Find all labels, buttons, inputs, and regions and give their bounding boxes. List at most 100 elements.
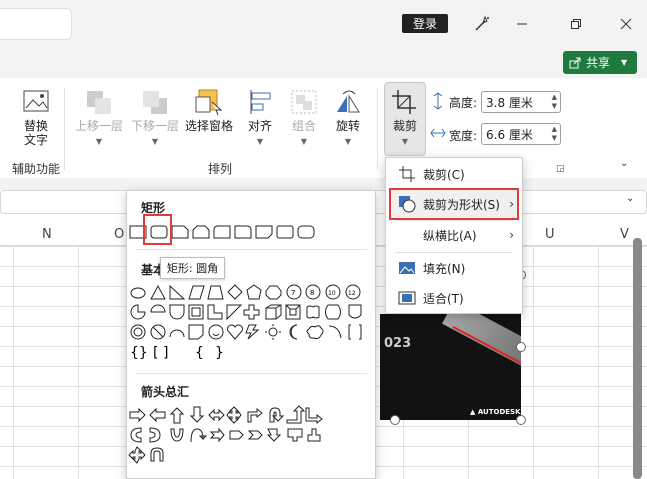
- ribbon-footer: [0, 178, 647, 190]
- crop-label: 裁剪: [392, 119, 417, 133]
- chevron-down-icon: ▼: [344, 137, 352, 146]
- svg-text:12: 12: [348, 290, 356, 297]
- crop-button-content[interactable]: 裁剪 ▼: [384, 88, 426, 149]
- restore-icon[interactable]: [564, 12, 588, 36]
- menu-item-fill[interactable]: 填充(N): [386, 254, 522, 282]
- selection-pane-button[interactable]: 选择窗格: [183, 88, 235, 133]
- width-input[interactable]: 6.6 厘米 ▲ ▼: [481, 123, 561, 145]
- share-icon: [569, 57, 581, 68]
- login-button[interactable]: 登录: [402, 14, 448, 33]
- chevron-down-icon: ▼: [300, 137, 308, 146]
- group-label: 组合: [291, 119, 316, 133]
- chevron-right-icon: ›: [509, 197, 514, 211]
- width-icon: [430, 128, 446, 138]
- accessibility-group-label: 辅助功能: [12, 162, 61, 176]
- height-icon: [433, 92, 443, 110]
- gallery-separator: [135, 373, 367, 374]
- designer-wand-icon[interactable]: [470, 12, 494, 36]
- selection-pane-icon: [195, 89, 223, 116]
- width-label: 宽度:: [449, 129, 478, 143]
- resize-handle[interactable]: [516, 415, 526, 425]
- menu-item-crop[interactable]: 裁剪(C): [386, 160, 522, 188]
- gallery-separator: [135, 249, 367, 250]
- align-label: 对齐: [247, 119, 272, 133]
- picture-year-text: 023: [384, 336, 412, 351]
- fit-icon: [398, 291, 416, 305]
- group-objects-icon: [291, 90, 317, 114]
- chevron-down-icon: ▼: [151, 137, 159, 146]
- picture-brand-text: ▲ AUTODESK: [470, 408, 521, 416]
- bring-forward-label: 上移一层: [74, 119, 123, 133]
- selection-pane-label: 选择窗格: [184, 119, 233, 133]
- bring-forward-button[interactable]: 上移一层 ▼: [72, 88, 126, 149]
- svg-text:8: 8: [310, 289, 314, 297]
- fill-icon: [399, 262, 415, 274]
- share-button[interactable]: 共享 ▼: [563, 51, 637, 74]
- share-row: [0, 48, 647, 78]
- title-bar: [0, 0, 647, 48]
- svg-text:10: 10: [328, 290, 336, 297]
- menu-item-label: 裁剪(C): [423, 167, 465, 182]
- svg-text:[: [: [153, 345, 158, 361]
- menu-item-crop-to-shape[interactable]: 裁剪为形状(S) ›: [386, 190, 522, 218]
- column-header-n[interactable]: N: [42, 227, 52, 242]
- menu-item-label: 填充(N): [423, 261, 466, 276]
- send-backward-icon: [143, 91, 167, 114]
- height-label: 高度:: [449, 96, 478, 110]
- chevron-down-icon: ▼: [95, 137, 103, 146]
- resize-handle[interactable]: [516, 342, 526, 352]
- height-value: 3.8 厘米: [486, 96, 533, 110]
- alt-text-button[interactable]: 替换 文字: [18, 88, 54, 147]
- spin-arrows-icon[interactable]: ▲ ▼: [552, 125, 557, 143]
- height-input[interactable]: 3.8 厘米 ▲ ▼: [481, 91, 561, 113]
- svg-text:]: ]: [163, 345, 168, 361]
- crop-icon: [399, 166, 415, 182]
- rotate-icon: [337, 90, 360, 113]
- alt-text-label-1: 替换: [23, 119, 48, 133]
- align-icon: [250, 90, 271, 114]
- svg-text:}: }: [215, 345, 224, 361]
- crop-icon: [392, 90, 416, 114]
- shape-gallery: 矩形 基本 7 8 10 12 {} [] {} 箭头总汇: [126, 190, 376, 479]
- column-header-u[interactable]: U: [545, 227, 555, 242]
- column-header-o[interactable]: O: [114, 227, 124, 242]
- column-header-v[interactable]: V: [620, 227, 629, 242]
- minimize-icon[interactable]: [510, 12, 534, 36]
- menu-item-label: 裁剪为形状(S): [423, 197, 500, 212]
- menu-item-fit[interactable]: 适合(T): [386, 284, 522, 312]
- group-button[interactable]: 组合 ▼: [284, 88, 324, 149]
- rounded-rect-selection[interactable]: [143, 214, 172, 245]
- search-box[interactable]: [0, 8, 72, 40]
- chevron-down-icon: ▼: [401, 137, 409, 146]
- menu-item-label: 适合(T): [423, 291, 464, 306]
- close-icon[interactable]: [614, 12, 638, 36]
- menu-separator: [395, 252, 513, 253]
- formula-expand-chevron-icon[interactable]: ⌄: [626, 193, 634, 204]
- align-button[interactable]: 对齐 ▼: [240, 88, 280, 149]
- basic-shapes-grid[interactable]: 7 8 10 12 {} [] {}: [127, 283, 376, 363]
- width-value: 6.6 厘米: [486, 128, 533, 142]
- spin-arrows-icon[interactable]: ▲ ▼: [552, 93, 557, 111]
- ribbon-collapse-chevron-icon[interactable]: ⌄: [620, 158, 628, 169]
- arrows-section-title: 箭头总汇: [141, 385, 190, 399]
- chevron-down-icon: ▼: [621, 58, 628, 67]
- shape-tooltip: 矩形: 圆角: [160, 257, 225, 279]
- rotate-button[interactable]: 旋转 ▼: [328, 88, 368, 149]
- chevron-down-icon: ▼: [256, 137, 264, 146]
- share-label: 共享: [586, 56, 611, 70]
- alt-text-label-2: 文字: [23, 133, 48, 147]
- send-backward-button[interactable]: 下移一层 ▼: [128, 88, 182, 149]
- alt-text-icon: [23, 90, 49, 112]
- size-dialog-launcher-icon[interactable]: ◲: [556, 164, 565, 174]
- selected-picture[interactable]: 023 ▲ AUTODESK: [380, 314, 521, 420]
- svg-text:{: {: [195, 345, 204, 361]
- vertical-scrollbar[interactable]: [633, 238, 642, 479]
- bring-forward-icon: [87, 91, 111, 114]
- menu-item-label: 纵横比(A): [423, 228, 477, 243]
- ribbon-separator: [64, 88, 65, 170]
- menu-item-aspect-ratio[interactable]: 纵横比(A) ›: [386, 221, 522, 249]
- resize-handle[interactable]: [390, 415, 400, 425]
- rotate-label: 旋转: [335, 119, 360, 133]
- arrow-shapes-grid[interactable]: [127, 405, 376, 479]
- arrange-group-label: 排列: [208, 162, 233, 176]
